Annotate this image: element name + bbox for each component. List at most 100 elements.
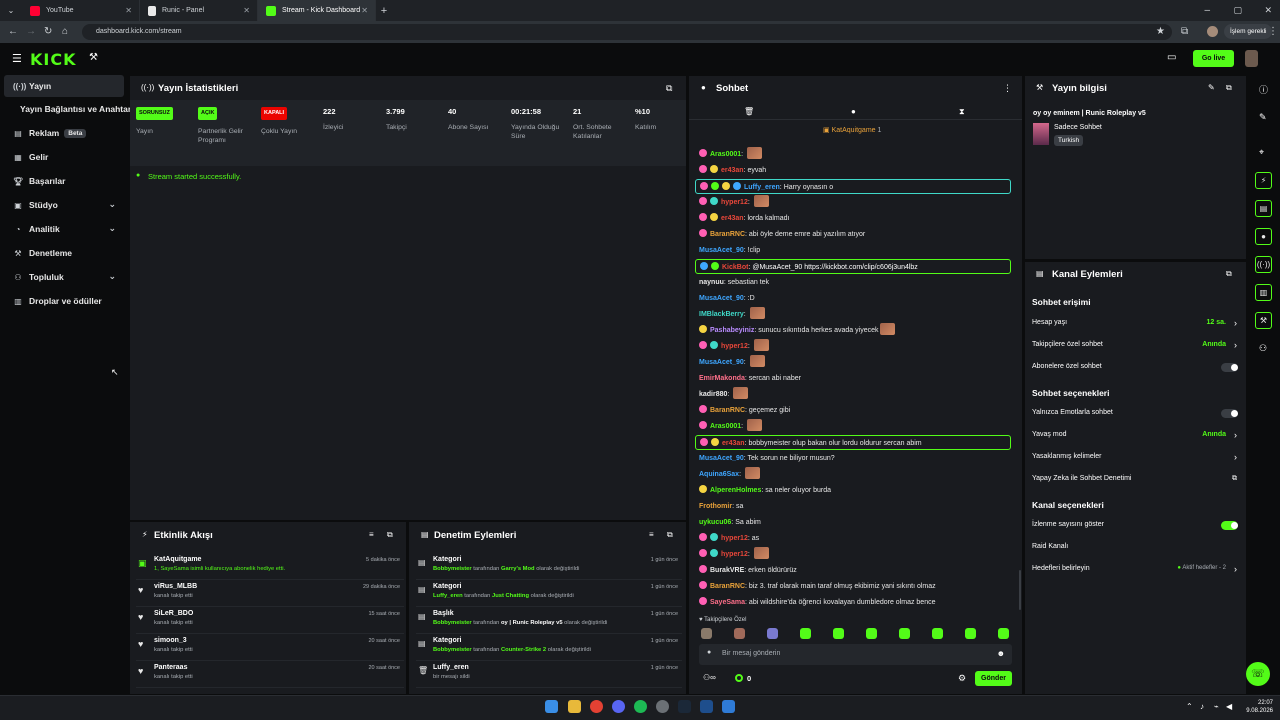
popout-icon[interactable]: ⧉	[666, 83, 672, 94]
kick-logo[interactable]: KICK	[30, 50, 77, 69]
sidebar-item-ads[interactable]: ▤ Reklam Beta	[4, 122, 124, 144]
edit-pencil-icon[interactable]: ✎	[1259, 112, 1267, 123]
chat-username[interactable]: hyper12	[721, 551, 748, 558]
chat-username[interactable]: IMBlackBerry	[699, 311, 744, 318]
quick-emote-icon[interactable]	[866, 628, 877, 639]
chat-username[interactable]: Aras0001	[710, 423, 741, 430]
sidebar-item-stream-key[interactable]: Yayın Bağlantısı ve Anahtarı	[4, 98, 134, 120]
popout-icon[interactable]: ⧉	[1226, 83, 1232, 93]
window-close-icon[interactable]: ✕	[1264, 0, 1272, 21]
chat-username[interactable]: BaranRNC	[710, 407, 745, 414]
chat-username[interactable]: EmirMakonda	[699, 375, 745, 382]
steam-icon[interactable]	[678, 700, 691, 713]
filter-icon[interactable]: ≡	[649, 530, 654, 539]
chat-username[interactable]: Aras0001	[710, 151, 741, 158]
address-bar[interactable]: dashboard.kick.com/stream	[82, 24, 1172, 40]
popout-icon[interactable]: ⧉	[387, 530, 393, 540]
chrome-icon[interactable]	[590, 700, 603, 713]
chat-username[interactable]: Luffy_eren	[744, 184, 780, 191]
popout-icon[interactable]: ⧉	[667, 530, 673, 540]
chat-username[interactable]: KickBot	[722, 264, 748, 271]
more-options-icon[interactable]: ⋮	[1003, 83, 1012, 94]
hamburger-menu-icon[interactable]: ☰	[12, 52, 22, 65]
hourglass-icon[interactable]: ⧗	[959, 107, 965, 117]
user-avatar[interactable]	[1245, 50, 1258, 67]
tray-chevron-icon[interactable]: ⌃	[1186, 702, 1193, 711]
creator-tools-icon[interactable]: ⚒	[89, 52, 98, 63]
quick-emote-icon[interactable]	[998, 628, 1009, 639]
quick-emote-icon[interactable]	[833, 628, 844, 639]
chat-bubble-icon[interactable]: ●	[851, 107, 856, 116]
quick-emote-icon[interactable]	[767, 628, 778, 639]
chat-username[interactable]: naynuu	[699, 279, 724, 286]
raid-channel-setting[interactable]: Raid Kanalı	[1032, 543, 1238, 557]
file-explorer-icon[interactable]	[568, 700, 581, 713]
target-icon[interactable]: ⌖	[1259, 147, 1264, 158]
sidebar-item-revenue[interactable]: ▦ Gelir	[4, 146, 124, 168]
chat-username[interactable]: BaranRNC	[710, 231, 745, 238]
chat-username[interactable]: MusaAcet_90	[699, 295, 744, 302]
windows-start-icon[interactable]	[545, 700, 558, 713]
category-name[interactable]: Sadece Sohbet	[1054, 124, 1102, 131]
extensions-icon[interactable]: ⧉	[1181, 26, 1188, 37]
slow-mode-setting[interactable]: Yavaş mod Anında ›	[1032, 430, 1238, 445]
subs-only-toggle[interactable]	[1221, 363, 1238, 372]
profile-avatar[interactable]	[1207, 26, 1218, 37]
quick-emote-icon[interactable]	[899, 628, 910, 639]
chat-username[interactable]: SayeSama	[710, 599, 745, 606]
chat-username[interactable]: hyper12	[721, 535, 748, 542]
emoji-icon[interactable]: ☻	[997, 649, 1005, 658]
chat-username[interactable]: MusaAcet_90	[699, 455, 744, 462]
rail-document-icon[interactable]: ▤	[1255, 200, 1272, 217]
sidebar-item-studio[interactable]: ▣ Stüdyo ⌄	[4, 194, 124, 216]
filter-icon[interactable]: ≡	[369, 530, 374, 539]
browser-menu-icon[interactable]: ⋮	[1268, 26, 1278, 37]
obs-icon[interactable]	[656, 700, 669, 713]
quick-emote-icon[interactable]	[800, 628, 811, 639]
sidebar-item-analytics[interactable]: ◔ Analitik ⌄	[4, 218, 124, 240]
chat-username[interactable]: er43an	[721, 215, 744, 222]
go-live-button[interactable]: Go live	[1193, 50, 1234, 67]
quick-emote-icon[interactable]	[965, 628, 976, 639]
profile-status-badge[interactable]: İşlem gerekli	[1224, 24, 1273, 39]
rail-wrench-icon[interactable]: ⚒	[1255, 312, 1272, 329]
trash-icon[interactable]: 🗑︎	[744, 107, 754, 116]
followers-only-setting[interactable]: Takipçilere özel sohbet Anında ›	[1032, 340, 1238, 355]
quick-emote-icon[interactable]	[932, 628, 943, 639]
chat-username[interactable]: uykucu06	[699, 519, 731, 526]
new-tab-icon[interactable]: +	[376, 5, 392, 17]
sidebar-item-moderation[interactable]: ⚒ Denetleme	[4, 242, 124, 264]
spotify-icon[interactable]	[634, 700, 647, 713]
discord-icon[interactable]	[612, 700, 625, 713]
close-tab-icon[interactable]: ✕	[125, 6, 132, 15]
sidebar-item-stream[interactable]: ((·)) Yayın	[4, 75, 124, 97]
tab-runic-panel[interactable]: Runic - Panel ✕	[140, 0, 258, 21]
back-icon[interactable]: ←	[8, 26, 18, 37]
minimize-icon[interactable]: –	[1204, 0, 1210, 21]
chat-username[interactable]: er43an	[722, 440, 745, 447]
rail-broadcast-icon[interactable]: ((·))	[1255, 256, 1272, 273]
maximize-icon[interactable]: ▢	[1233, 0, 1242, 21]
chat-username[interactable]: MusaAcet_90	[699, 359, 744, 366]
chat-username[interactable]: kadir880	[699, 391, 727, 398]
edit-pencil-icon[interactable]: ✎	[1208, 83, 1215, 92]
quick-emote-icon[interactable]	[701, 628, 712, 639]
chat-username[interactable]: MusaAcet_90	[699, 247, 744, 254]
chat-scrollbar[interactable]	[1019, 570, 1021, 610]
apps-icon[interactable]: ⚇	[1259, 343, 1267, 354]
ai-moderation-setting[interactable]: Yapay Zeka ile Sohbet Denetimi ⧉	[1032, 475, 1238, 489]
banned-words-setting[interactable]: Yasaklanmış kelimeler ›	[1032, 452, 1238, 467]
forward-icon[interactable]: →	[26, 26, 36, 37]
clock[interactable]: 22:07 9.08.2026	[1243, 699, 1273, 715]
send-button[interactable]: Gönder	[975, 671, 1012, 686]
rail-chat-icon[interactable]: ●	[1255, 228, 1272, 245]
help-chat-icon[interactable]: ☏	[1246, 662, 1270, 686]
bookmark-star-icon[interactable]: ★	[1156, 26, 1165, 37]
volume-icon[interactable]: ◀	[1226, 702, 1232, 711]
chat-username[interactable]: BaranRNC	[710, 583, 745, 590]
reload-icon[interactable]: ↻	[44, 26, 52, 37]
wallet-icon[interactable]: ▭	[1167, 52, 1176, 63]
tab-youtube[interactable]: YouTube ✕	[22, 0, 140, 21]
microphone-icon[interactable]: ♪	[1200, 702, 1204, 711]
chat-username[interactable]: AlperenHolmes	[710, 487, 761, 494]
